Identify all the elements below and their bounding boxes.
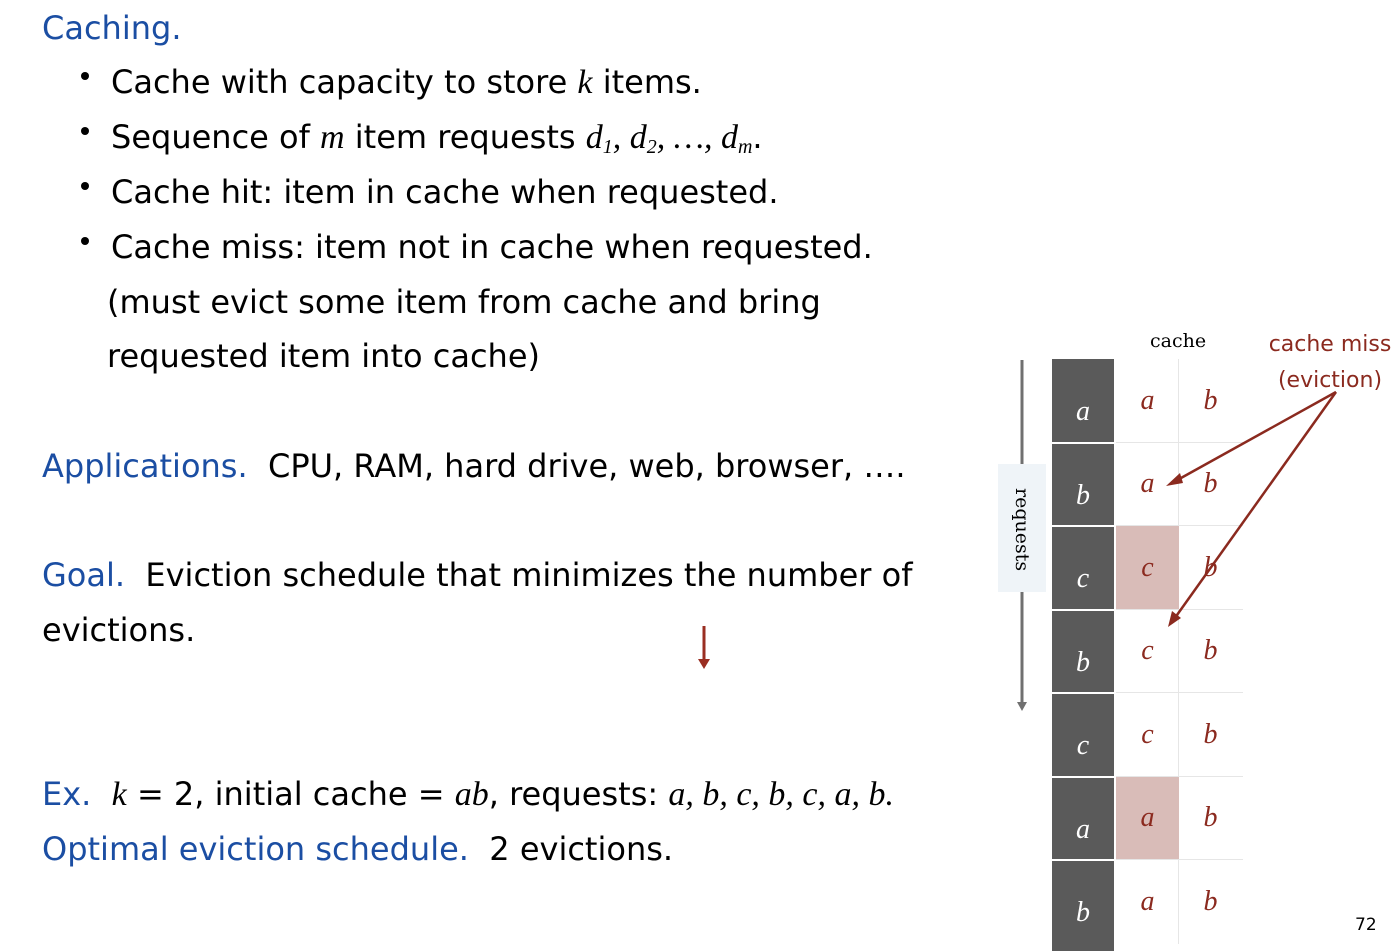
bullet-sequence: Sequence of m item requests d1, d2, …, d…	[111, 117, 763, 167]
miss-note-line1: (must evict some item from cache and bri…	[107, 283, 821, 321]
applications-text: CPU, RAM, hard drive, web, browser, ….	[267, 447, 906, 485]
request-sequence: d1, d2, …, dm	[585, 119, 753, 158]
cache-miss-label: cache miss	[1268, 332, 1392, 357]
request-separator	[1052, 525, 1114, 527]
cache-cell-evicted: a	[1116, 776, 1179, 860]
optimal-label: Optimal eviction schedule.	[42, 830, 469, 868]
bullet-text: item requests	[344, 118, 586, 156]
var-k: k	[577, 64, 593, 101]
applications-line: Applications. CPU, RAM, hard drive, web,…	[42, 446, 906, 486]
optimal-line: Optimal eviction schedule. 2 evictions.	[42, 829, 673, 869]
requests-label: requests	[1011, 488, 1033, 572]
initial-cache: ab	[454, 776, 489, 813]
cache-cell: b	[1203, 885, 1218, 917]
slide-heading: Caching.	[42, 9, 182, 47]
request-cell: b	[1076, 897, 1090, 928]
goal-line2: evictions.	[42, 611, 196, 649]
example-line: Ex. k = 2, initial cache = ab, requests:…	[42, 774, 894, 815]
bullet-cache-hit: Cache hit: item in cache when requested.	[111, 173, 779, 211]
eviction-arrow-1	[1171, 390, 1337, 485]
var-m: m	[320, 119, 345, 156]
bullet-text: items.	[592, 63, 702, 101]
goal-text: Eviction schedule that minimizes the num…	[145, 556, 913, 594]
request-cell: b	[1076, 479, 1090, 511]
down-arrow-icon	[698, 626, 710, 669]
request-separator	[1052, 441, 1114, 444]
cache-cell: c	[1141, 718, 1154, 750]
goal-label: Goal.	[42, 556, 126, 594]
applications-label: Applications.	[42, 447, 248, 485]
eviction-arrowhead-1	[1166, 473, 1183, 486]
bullet-icon	[81, 182, 89, 190]
request-cell: a	[1076, 396, 1090, 427]
bullet-text: .	[752, 118, 763, 156]
eviction-arrows	[1166, 390, 1338, 627]
optimal-text: 2 evictions.	[489, 830, 674, 868]
cache-title: cache	[1150, 330, 1207, 352]
request-separator	[1052, 859, 1114, 861]
bullet-icon	[81, 72, 89, 80]
request-cell: c	[1076, 563, 1090, 594]
cache-cell: b	[1203, 718, 1218, 750]
page-number: 72	[1355, 915, 1377, 935]
bullet-cache-miss: Cache miss: item not in cache when reque…	[111, 228, 873, 266]
goal-line: Goal. Eviction schedule that minimizes t…	[42, 555, 912, 595]
example-text: = 2, initial cache =	[126, 775, 455, 813]
request-cell: c	[1076, 730, 1090, 761]
cache-cell: a	[1140, 885, 1155, 917]
example-requests: a, b, c, b, c, a, b.	[668, 776, 895, 813]
request-cell: b	[1076, 646, 1090, 678]
var-k: k	[111, 776, 127, 813]
eviction-arrow-2	[1170, 391, 1338, 623]
request-separator	[1052, 692, 1114, 694]
cache-cell: b	[1203, 802, 1218, 833]
bullet-text: Sequence of	[111, 118, 321, 156]
bullet-capacity: Cache with capacity to store k items.	[111, 62, 702, 103]
request-separator	[1052, 608, 1114, 611]
miss-note-line2: requested item into cache)	[107, 337, 540, 375]
bullet-text: Cache with capacity to store	[111, 63, 578, 101]
request-cell: a	[1076, 813, 1090, 845]
bullet-icon	[81, 127, 89, 135]
example-label: Ex.	[42, 775, 92, 813]
example-text: , requests:	[488, 775, 669, 813]
request-separator	[1052, 775, 1114, 778]
bullet-icon	[81, 237, 89, 245]
